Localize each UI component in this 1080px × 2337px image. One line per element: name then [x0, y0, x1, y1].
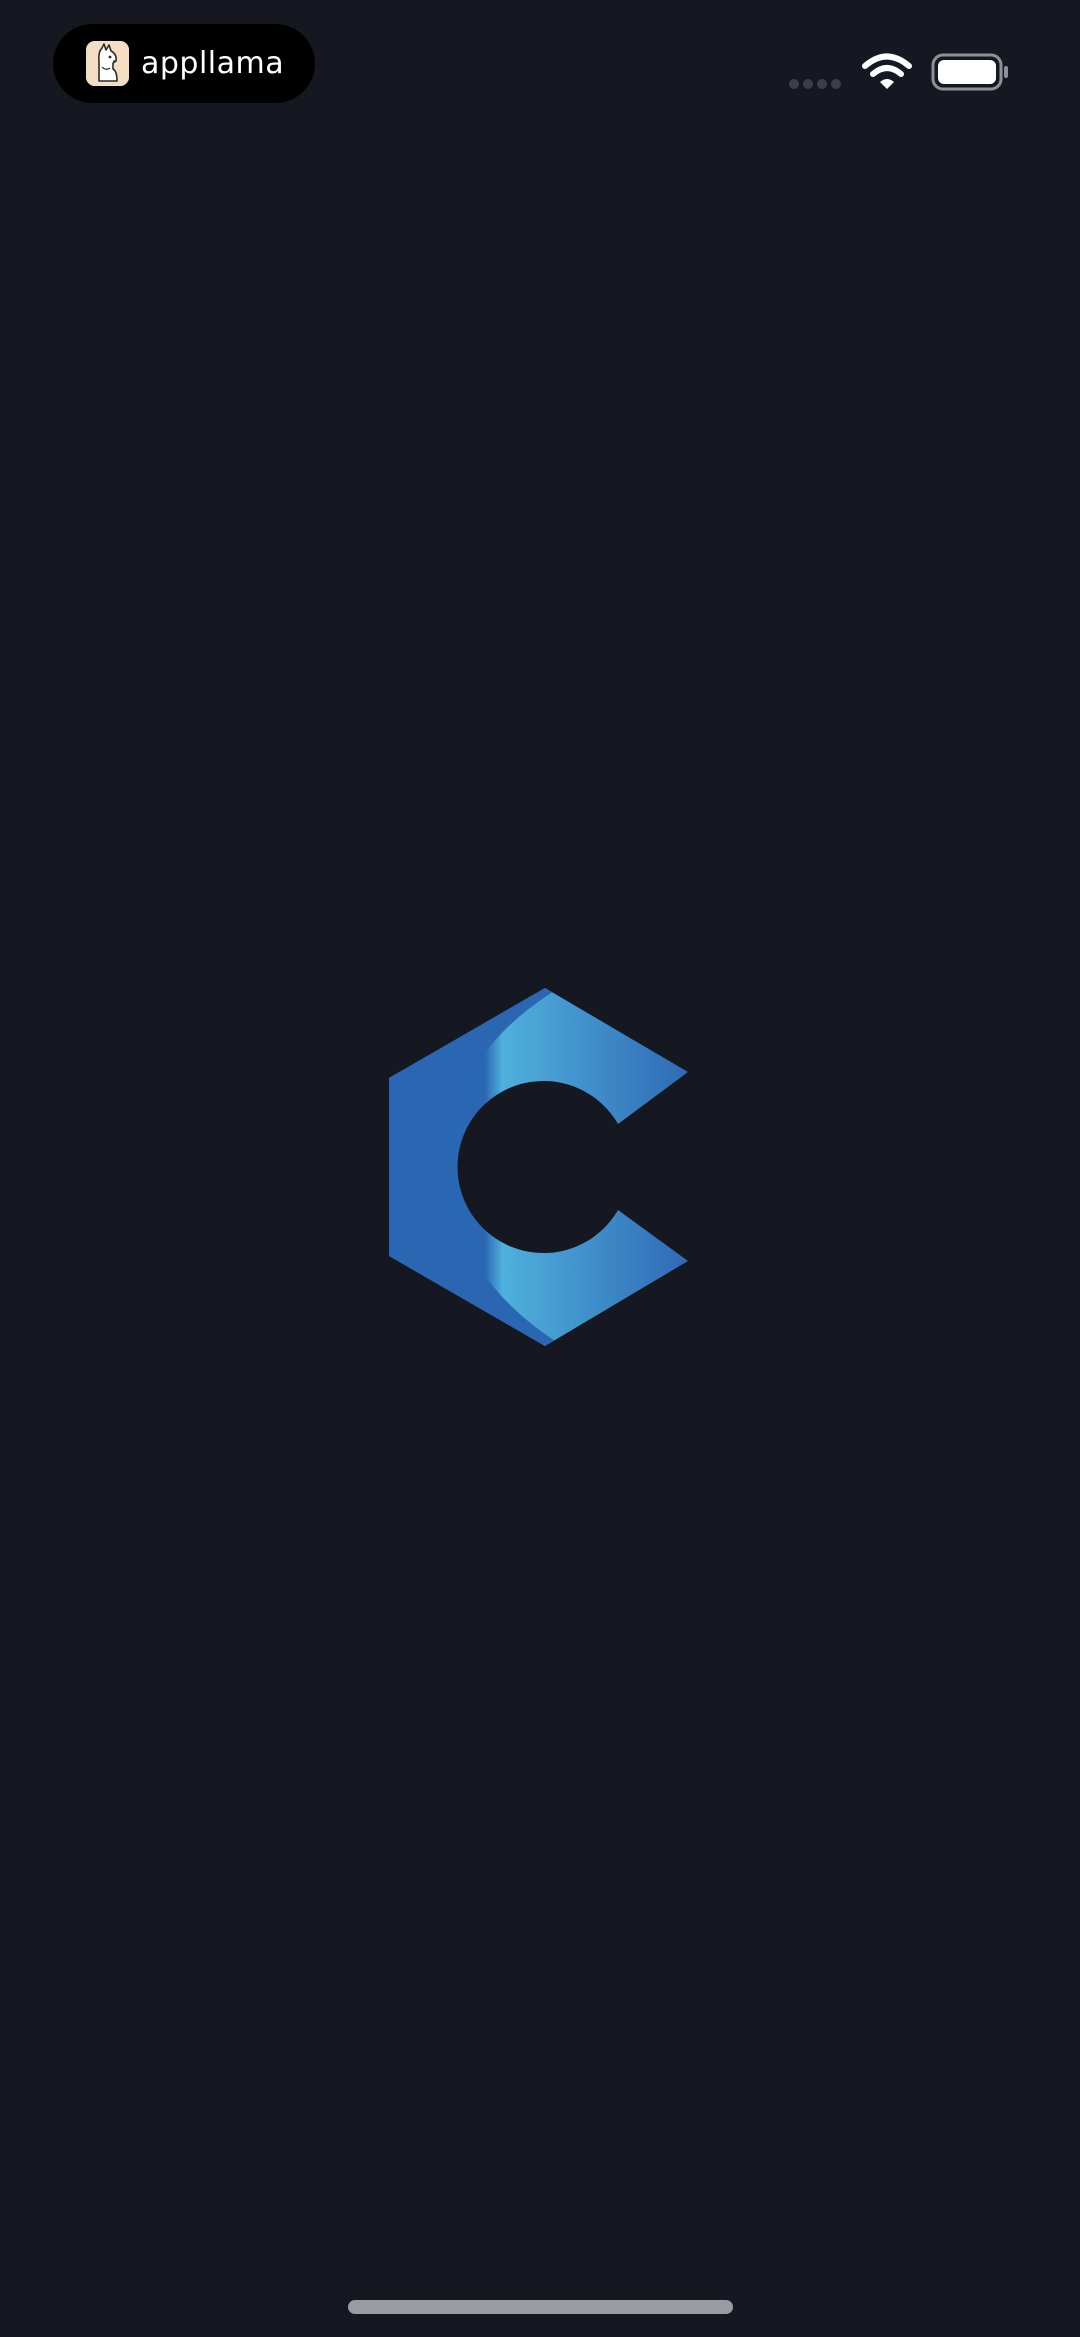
cellular-signal-icon: [789, 79, 841, 89]
app-indicator-name: appllama: [141, 46, 285, 81]
home-indicator[interactable]: [348, 2300, 733, 2314]
c-hexagon-logo-icon: [389, 988, 688, 1346]
dynamic-island[interactable]: appllama: [53, 24, 315, 103]
wifi-icon: [862, 53, 912, 89]
llama-icon: [86, 41, 129, 86]
battery-icon: [931, 53, 1008, 91]
status-bar: appllama: [0, 0, 1080, 130]
